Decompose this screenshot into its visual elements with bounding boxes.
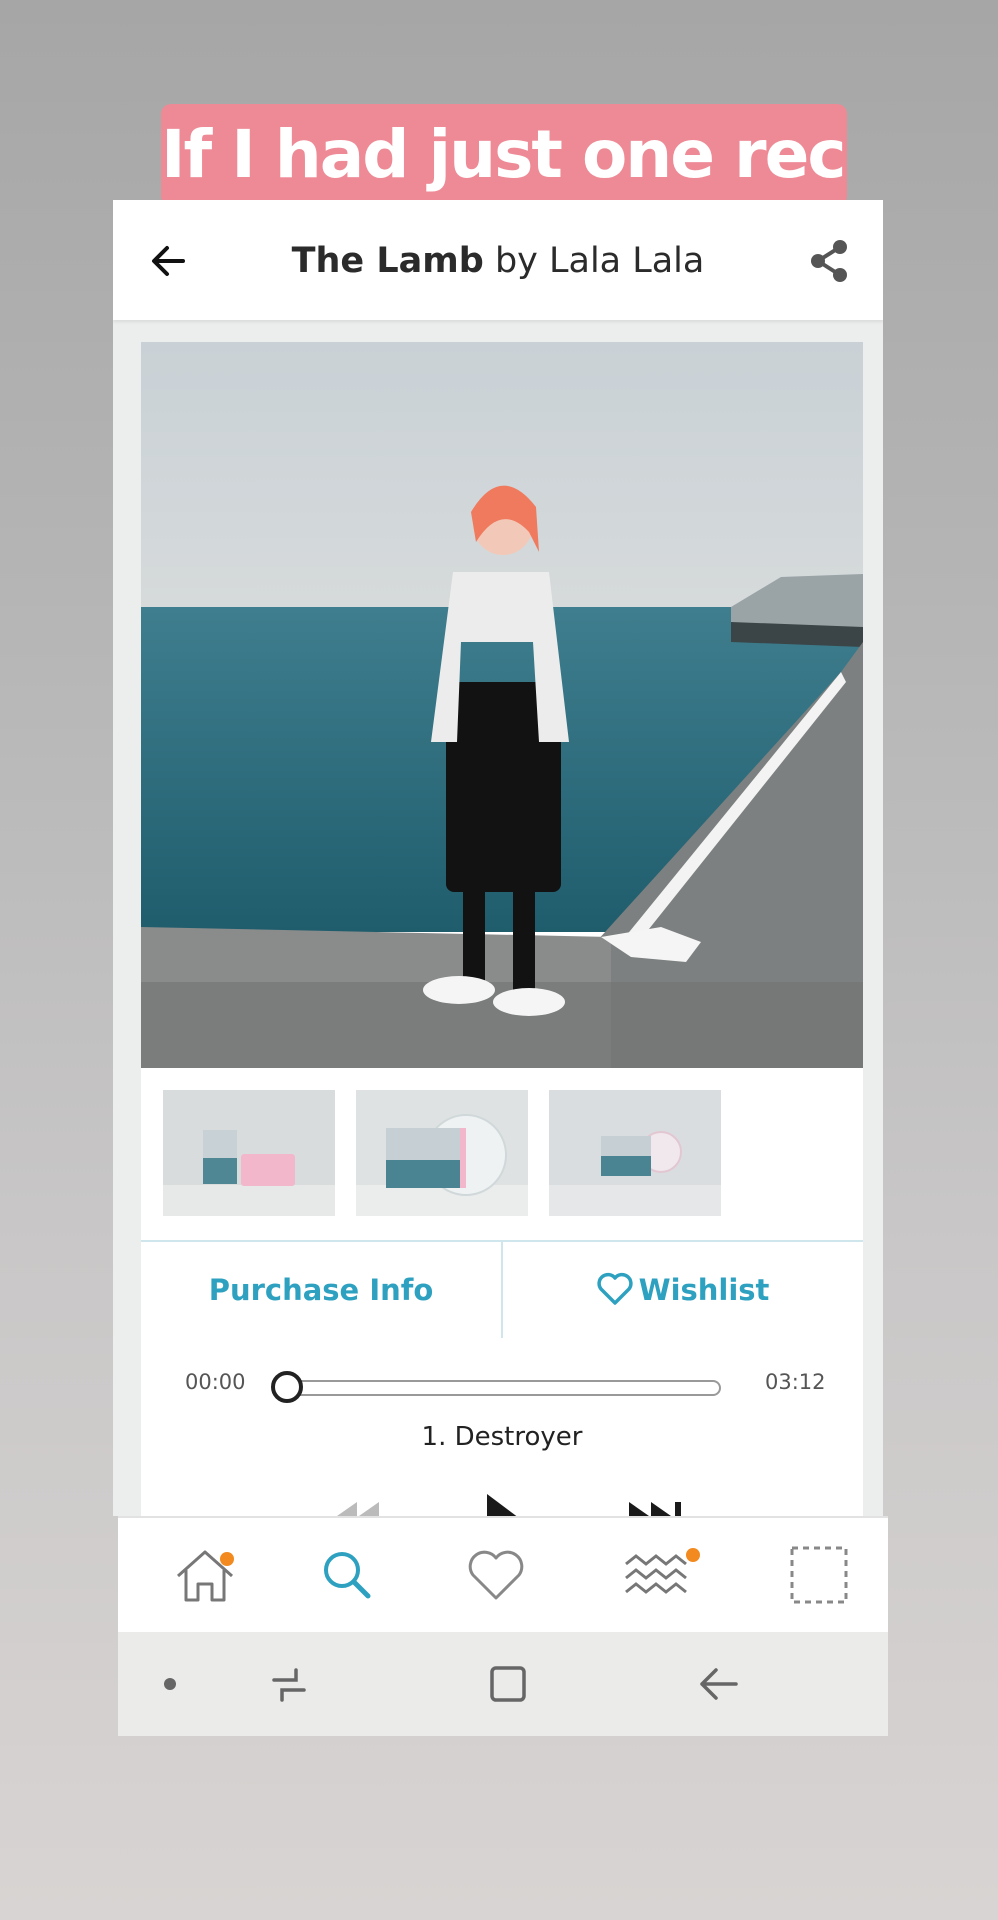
nav-wishlist[interactable] <box>461 1540 531 1610</box>
purchase-info-label: Purchase Info <box>208 1273 434 1307</box>
nav-home[interactable] <box>170 1540 240 1610</box>
album-title: The Lamb <box>291 241 484 281</box>
artist-byline: by Lala Lala <box>483 241 705 281</box>
share-button[interactable] <box>805 236 855 286</box>
app-bar: The Lamb by Lala Lala <box>113 200 883 320</box>
gallery-thumbnails <box>141 1068 863 1240</box>
thumbnail-cassette[interactable] <box>163 1090 335 1216</box>
album-cover-image[interactable] <box>141 342 863 1068</box>
back-button[interactable] <box>143 236 193 286</box>
back-icon[interactable] <box>696 1662 742 1706</box>
search-icon <box>324 1552 371 1599</box>
seek-bar[interactable] <box>281 1380 721 1396</box>
story-caption: If I had just one rec... <box>161 104 847 206</box>
home-square-icon[interactable] <box>484 1662 530 1706</box>
nav-collection[interactable] <box>784 1540 854 1610</box>
seek-handle[interactable] <box>271 1371 303 1403</box>
nav-feed[interactable] <box>620 1540 700 1610</box>
elapsed-time: 00:00 <box>185 1370 246 1394</box>
thumbnail-vinyl[interactable] <box>356 1090 528 1216</box>
play-icon[interactable] <box>477 1488 527 1516</box>
next-track-icon[interactable] <box>623 1488 693 1516</box>
thumbnail-image <box>549 1090 721 1216</box>
page-title: The Lamb by Lala Lala <box>213 236 783 286</box>
bottom-navigation <box>118 1516 888 1634</box>
wishlist-button[interactable]: Wishlist <box>503 1242 863 1338</box>
thumbnail-image <box>163 1090 335 1216</box>
notification-dot <box>686 1548 700 1562</box>
previous-track-icon[interactable] <box>327 1488 387 1516</box>
purchase-info-button[interactable]: Purchase Info <box>141 1242 501 1338</box>
total-duration: 03:12 <box>765 1370 826 1394</box>
action-bar: Purchase Info Wishlist <box>141 1240 863 1340</box>
heart-outline-icon <box>596 1272 633 1305</box>
release-card: Purchase Info Wishlist 00:00 03:12 1. De… <box>141 342 863 1516</box>
app-screen: The Lamb by Lala Lala Purchase Info Wish… <box>113 200 883 1516</box>
arrow-left-icon <box>152 246 185 276</box>
home-icon <box>177 1550 233 1602</box>
recents-icon[interactable] <box>266 1662 312 1706</box>
wishlist-label: Wishlist <box>638 1273 770 1307</box>
notification-dot <box>220 1552 234 1566</box>
dot-icon <box>164 1678 176 1690</box>
thumbnail-image <box>356 1090 528 1216</box>
collection-icon <box>790 1546 848 1604</box>
track-title: 1. Destroyer <box>421 1422 583 1452</box>
thumbnail-cd[interactable] <box>549 1090 721 1216</box>
audio-player: 00:00 03:12 1. Destroyer <box>141 1338 863 1516</box>
heart-icon <box>468 1550 524 1600</box>
system-navigation-bar <box>118 1632 888 1736</box>
share-icon <box>811 240 847 282</box>
nav-search[interactable] <box>312 1540 382 1610</box>
